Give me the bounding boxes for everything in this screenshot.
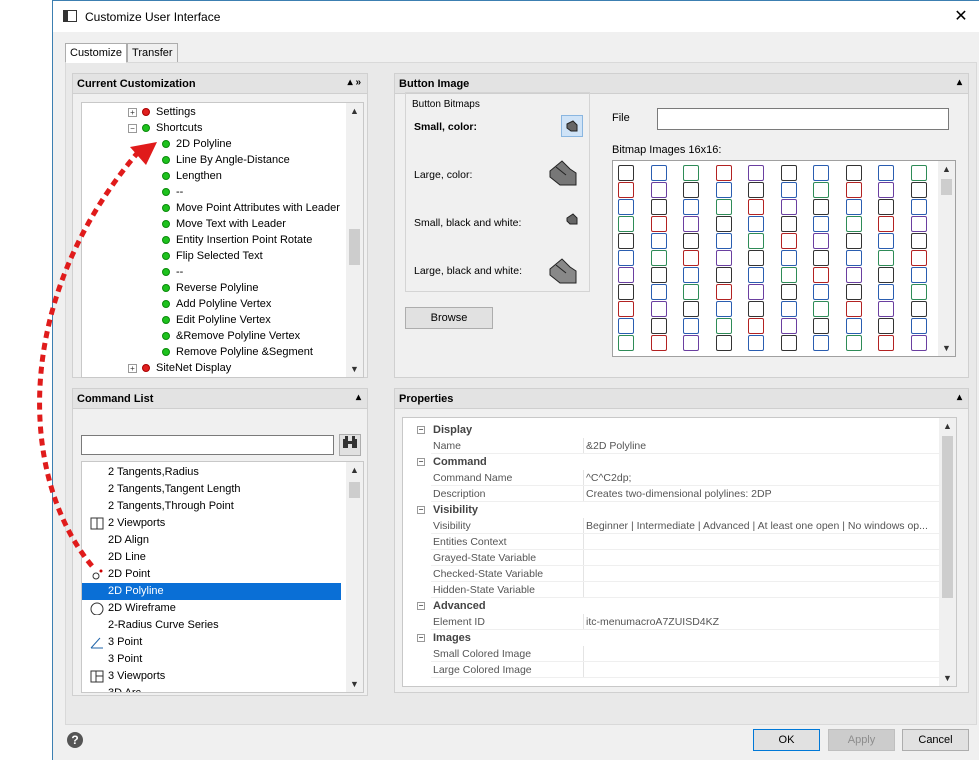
tab-customize[interactable]: Customize [65,43,127,63]
annotation-arrow [37,142,157,568]
